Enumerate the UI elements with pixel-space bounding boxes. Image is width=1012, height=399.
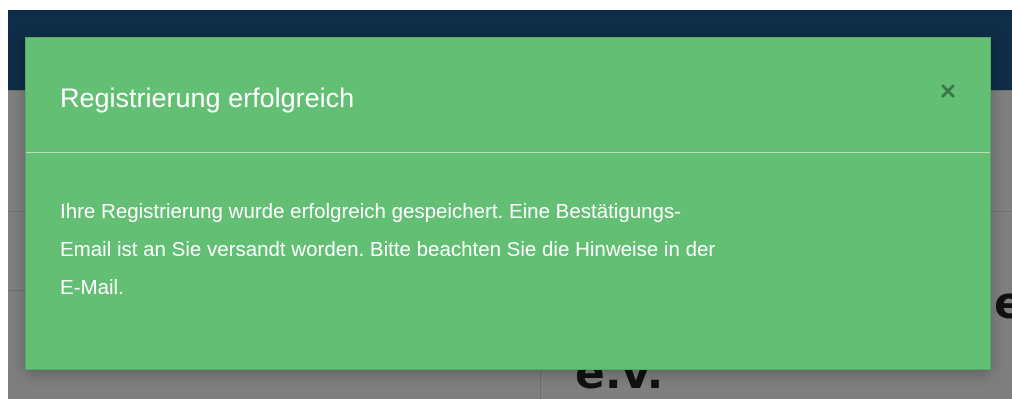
page: e e.v. Registrierung erfolgreich Ihre Re…	[0, 0, 1012, 399]
message-line: Email ist an Sie versandt worden. Bitte …	[60, 238, 716, 261]
dialog-title: Registrierung erfolgreich	[60, 83, 355, 113]
message-line: E-Mail.	[60, 276, 124, 299]
dialog-message: Ihre Registrierung wurde erfolgreich ges…	[60, 193, 960, 307]
dialog-header: Registrierung erfolgreich	[26, 38, 990, 153]
close-icon	[940, 83, 956, 99]
dialog-body: Ihre Registrierung wurde erfolgreich ges…	[26, 153, 990, 307]
message-line: Ihre Registrierung wurde erfolgreich ges…	[60, 200, 682, 223]
page-top-margin	[0, 0, 1012, 10]
page-left-margin	[0, 0, 8, 399]
success-dialog: Registrierung erfolgreich Ihre Registrie…	[25, 37, 991, 370]
close-button[interactable]	[936, 79, 960, 103]
